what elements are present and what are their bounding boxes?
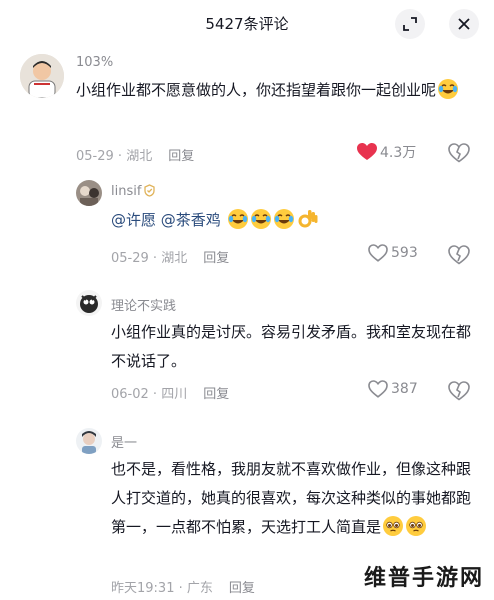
- comment-date: 05-29: [111, 251, 149, 266]
- comment-meta: 05-29 · 湖北 回复: [111, 251, 230, 266]
- username[interactable]: 理论不实践: [111, 295, 176, 314]
- like-count: 4.3万: [380, 145, 417, 161]
- reply-item: 理论不实践 小组作业真的是讨厌。容易引发矛盾。我和室友现在都不说话了。 06-0…: [0, 290, 494, 415]
- expand-icon: [403, 17, 417, 31]
- pleading-face-emoji-icon: [383, 516, 404, 536]
- close-icon: [458, 18, 470, 30]
- like-button[interactable]: 387: [368, 380, 418, 402]
- heart-outline-icon: [368, 244, 388, 262]
- ok-hand-emoji-icon: [298, 210, 318, 228]
- like-button[interactable]: 593: [368, 244, 418, 266]
- username[interactable]: linsif: [111, 184, 156, 199]
- comment-location: 湖北: [126, 149, 153, 164]
- avatar[interactable]: [76, 428, 102, 454]
- comment-date: 昨天19:31: [111, 581, 175, 596]
- reply-button[interactable]: 回复: [168, 149, 194, 164]
- comment-text: 小组作业真的是讨厌。容易引发矛盾。我和室友现在都不说话了。: [111, 323, 472, 370]
- avatar[interactable]: [76, 290, 102, 316]
- verified-badge-icon: [144, 184, 156, 197]
- avatar[interactable]: [20, 54, 64, 98]
- comment-text: 小组作业都不愿意做的人，你还指望着跟你一起创业呢: [76, 76, 486, 105]
- expand-button[interactable]: [395, 9, 425, 39]
- comment-location: 四川: [161, 387, 188, 402]
- comment-meta: 06-02 · 四川 回复: [111, 387, 230, 402]
- heart-filled-icon: [357, 143, 377, 160]
- comment-date: 05-29: [76, 149, 114, 164]
- comment-text: 也不是，看性格，我朋友就不喜欢做作业，但像这种跟人打交道的，她真的很喜欢，每次这…: [111, 460, 472, 536]
- mention-link[interactable]: @茶香鸡: [161, 211, 221, 229]
- comment-date: 06-02: [111, 387, 149, 402]
- like-count: 387: [391, 381, 418, 397]
- pleading-face-emoji-icon: [406, 516, 427, 536]
- dislike-button[interactable]: [448, 381, 470, 403]
- broken-heart-icon: [448, 381, 470, 401]
- comment-location: 广东: [186, 581, 213, 596]
- reply-button[interactable]: 回复: [229, 581, 255, 596]
- reply-button[interactable]: 回复: [203, 251, 229, 266]
- laugh-cry-emoji-icon: [273, 209, 294, 229]
- dislike-button[interactable]: [448, 245, 470, 267]
- reply-item: linsif @许愿 @茶香鸡 05-29 · 湖北 回复 593: [0, 180, 494, 275]
- reply-button[interactable]: 回复: [203, 387, 229, 402]
- avatar[interactable]: [76, 180, 102, 206]
- laugh-cry-emoji-icon: [438, 79, 459, 99]
- close-button[interactable]: [449, 9, 479, 39]
- broken-heart-icon: [448, 245, 470, 265]
- mention-link[interactable]: @许愿: [111, 211, 156, 229]
- comment-text: @许愿 @茶香鸡: [111, 206, 481, 235]
- username[interactable]: 是一: [111, 432, 137, 451]
- laugh-cry-emoji-icon: [227, 209, 248, 229]
- comment-location: 湖北: [161, 251, 188, 266]
- heart-outline-icon: [368, 380, 388, 398]
- dislike-button[interactable]: [448, 143, 470, 165]
- like-count: 593: [391, 245, 418, 261]
- comment-meta: 05-29 · 湖北 回复: [76, 149, 195, 164]
- username[interactable]: 103%: [76, 55, 113, 70]
- laugh-cry-emoji-icon: [250, 209, 271, 229]
- broken-heart-icon: [448, 143, 470, 163]
- comments-header: 5427条评论: [0, 0, 494, 46]
- like-button[interactable]: 4.3万: [357, 142, 416, 164]
- watermark: 维普手游网: [363, 566, 484, 591]
- comment-meta: 昨天19:31 · 广东 回复: [111, 581, 255, 596]
- comment-item: 103% 小组作业都不愿意做的人，你还指望着跟你一起创业呢 05-29 · 湖北…: [0, 50, 494, 175]
